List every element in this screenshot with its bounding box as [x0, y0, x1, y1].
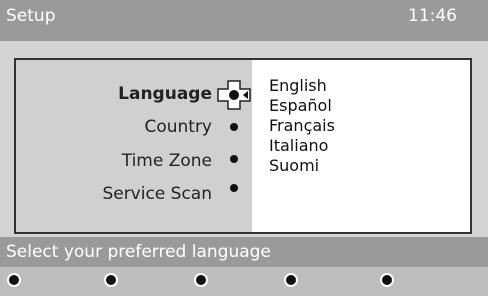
language-options-list: English Español Français Italiano Suomi	[269, 76, 335, 176]
title-bar: Setup 11:46	[0, 0, 488, 41]
option-english[interactable]: English	[269, 76, 335, 96]
help-text: Select your preferred language	[6, 242, 271, 262]
bullet-icon	[230, 155, 238, 163]
option-espanol[interactable]: Español	[269, 96, 335, 116]
function-button-4[interactable]	[284, 273, 298, 287]
page-title: Setup	[6, 6, 56, 26]
menu-item-time-zone[interactable]: Time Zone	[122, 151, 212, 171]
menu-item-country[interactable]: Country	[144, 117, 212, 137]
menu-item-service-scan[interactable]: Service Scan	[102, 184, 212, 204]
status-bar: Select your preferred language	[0, 237, 488, 267]
settings-menu: Language Country Time Zone Service Scan	[16, 60, 252, 232]
setup-panel: Language Country Time Zone Service Scan …	[14, 58, 472, 234]
function-button-bar	[0, 267, 488, 296]
function-button-2[interactable]	[104, 273, 118, 287]
bullet-icon	[230, 123, 238, 131]
function-button-5[interactable]	[380, 273, 394, 287]
bullet-icon	[230, 184, 238, 192]
clock: 11:46	[408, 6, 457, 26]
option-suomi[interactable]: Suomi	[269, 156, 335, 176]
navigation-cursor-icon	[217, 80, 251, 110]
option-italiano[interactable]: Italiano	[269, 136, 335, 156]
menu-item-language[interactable]: Language	[118, 84, 212, 104]
function-button-3[interactable]	[194, 273, 208, 287]
function-button-1[interactable]	[7, 273, 21, 287]
option-francais[interactable]: Français	[269, 116, 335, 136]
